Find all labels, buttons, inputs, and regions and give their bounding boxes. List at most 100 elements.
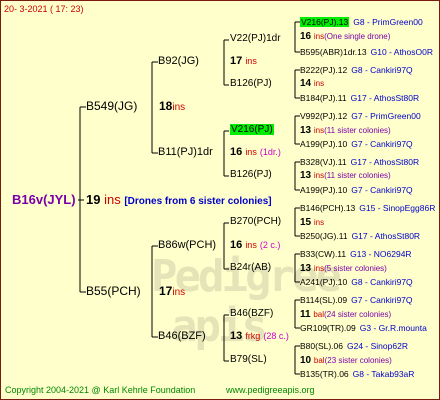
g3-note: (One single drone) [324, 32, 391, 41]
g2-ins: frkg [245, 331, 261, 341]
g4-code: G24 - Sinop62R [347, 341, 408, 351]
g2-name: B86w(PCH) [158, 239, 217, 251]
g3-info: 11 bal(24 sister colonies) [300, 310, 391, 320]
g3-name: B126(PJ) [230, 169, 272, 180]
g4-name: B33(CW).11 [300, 249, 347, 259]
g4-row: B114(SL).09 G7 - Cankiri97Q [300, 296, 413, 305]
g4-name: B184(PJ).11 [300, 93, 347, 103]
g4-code: G8 - PrimGreen00 [353, 17, 423, 27]
g4-name: B80(SL).06 [300, 341, 343, 351]
g2-num: 16 [230, 146, 243, 158]
g2-info: 17 ins [230, 56, 257, 67]
g4-name: B328(VJ).11 [300, 157, 347, 167]
g1-ins: ins [172, 102, 186, 113]
g3-num: 16 [300, 31, 312, 42]
g1-node: B549(JG) [86, 100, 137, 112]
g3-ins: bal [313, 310, 325, 319]
g4-code: G7 - Cankiri97Q [351, 295, 413, 305]
g3-ins: ins [313, 264, 325, 273]
g2-name: B46(BZF) [158, 330, 206, 342]
g3-info: 14 ins [300, 79, 324, 89]
g3-num: 13 [300, 170, 312, 181]
g3-info: 15 ins [300, 218, 324, 228]
g3-info: 10 bal(23 sister colonies) [300, 356, 392, 366]
g3-num: 10 [300, 355, 312, 366]
g4-code: G7 - Cankiri97Q [351, 139, 413, 149]
g3-note: (24 sister colonies) [324, 310, 392, 319]
g4-code: G7 - Cankiri97Q [351, 185, 413, 195]
g3-info: 13 ins(11 sister colonies) [300, 126, 391, 136]
g2-info: 16 ins (1dr.) [230, 147, 281, 158]
root-info: 19 ins [Drones from 6 sister colonies] [86, 193, 272, 207]
g2-note: (1dr.) [259, 147, 281, 157]
g1-name: B549(JG) [86, 99, 138, 113]
g3-note: (11 sister colonies) [324, 171, 391, 180]
g4-row: B250(JG).11 G17 - AthosSt80R [300, 232, 420, 241]
g3-name: B46(BZF) [230, 308, 274, 319]
g1-info: 18ins [159, 100, 185, 113]
g1-info: 17ins [159, 285, 185, 298]
g3-name: B270(PCH) [230, 216, 282, 227]
g3-num: 13 [300, 263, 312, 274]
g2-name: B11(PJ)1dr [158, 146, 213, 158]
g4-row: A241(PJ).10 G8 - Cankiri97Q [300, 278, 413, 287]
g4-name: A199(PJ).10 [300, 139, 348, 149]
g4-row: V216(PJ).13 G8 - PrimGreen00 [300, 17, 423, 27]
root-num: 19 [86, 192, 101, 207]
g2-ins: ins [245, 240, 257, 250]
g4-row: B184(PJ).11 G17 - AthosSt80R [300, 94, 419, 103]
g1-node: B55(PCH) [86, 285, 141, 297]
g2-num: 17 [230, 55, 243, 67]
g3-name-highlight: V216(PJ) [230, 124, 274, 135]
g3-name: B24r(AB) [230, 262, 272, 273]
g3-ins: ins [313, 79, 325, 88]
g4-code: G17 - AthosSt80R [350, 93, 420, 103]
g3-ins: ins [313, 32, 325, 41]
g4-row: B595(ABR)1dr.13 G10 - AthosO0R [300, 48, 433, 57]
g4-row: A199(PJ).10 G7 - Cankiri97Q [300, 186, 413, 195]
g4-name: V216(PJ).13 [300, 17, 350, 27]
date-header: 20- 3-2021 ( 17: 23) [4, 4, 84, 14]
g3-ins: ins [313, 218, 325, 227]
website-footer: www.pedigreeapis.org [226, 385, 315, 395]
g2-ins: ins [245, 147, 257, 157]
g3-num: 15 [300, 217, 312, 228]
g3-info: 13 ins(5 sister colonies) [300, 264, 387, 274]
root-ins: ins [104, 192, 121, 207]
g2-note: (2 c.) [259, 240, 281, 250]
g2-info: 13 frkg (28 c.) [230, 331, 289, 342]
g3-name: V216(PJ) [230, 124, 274, 135]
g3-note: (11 sister colonies) [324, 126, 391, 135]
g4-code: G7 - PrimGreen00 [351, 111, 421, 121]
g4-code: G17 - AthosSt80R [351, 231, 421, 241]
g4-name: B222(PJ).12 [300, 65, 348, 75]
g3-ins: bal [313, 356, 325, 365]
g4-row: A199(PJ).10 G7 - Cankiri97Q [300, 140, 413, 149]
g3-name: B79(SL) [230, 354, 267, 365]
g3-info: 16 ins(One single drone) [300, 32, 390, 42]
g2-info: 16 ins (2 c.) [230, 240, 280, 251]
g4-row: GR109(TR).09 G3 - Gr.R.mounta [300, 324, 427, 333]
g4-code: G17 - AthosSt80R [350, 157, 420, 167]
g4-row: V992(PJ).12 G7 - PrimGreen00 [300, 112, 421, 121]
g3-num: 11 [300, 309, 311, 320]
g4-row: B80(SL).06 G24 - Sinop62R [300, 342, 408, 351]
g4-code: G15 - SinopEgg86R [359, 203, 436, 213]
g4-code: G8 - Cankiri97Q [351, 277, 413, 287]
g3-name: V22(PJ)1dr [230, 33, 281, 44]
g4-name: A199(PJ).10 [300, 185, 348, 195]
g4-name: B114(SL).09 [300, 295, 348, 305]
g1-ins: ins [172, 287, 186, 298]
g2-name: B92(JG) [158, 55, 199, 67]
g4-row: B146(PCH).13 G15 - SinopEgg86R [300, 204, 435, 213]
g4-row: B135(TR).06 G8 - Takab93aR [300, 370, 414, 379]
g2-ins: ins [245, 56, 257, 66]
g4-row: B328(VJ).11 G17 - AthosSt80R [300, 158, 419, 167]
g4-name: B146(PCH).13 [300, 203, 356, 213]
g2-num: 16 [230, 239, 243, 251]
g4-code: G8 - Takab93aR [352, 369, 415, 379]
g4-code: G8 - Cankiri97Q [351, 65, 413, 75]
g4-name: B135(TR).06 [300, 369, 349, 379]
g3-ins: ins [313, 171, 325, 180]
g3-ins: ins [313, 126, 325, 135]
